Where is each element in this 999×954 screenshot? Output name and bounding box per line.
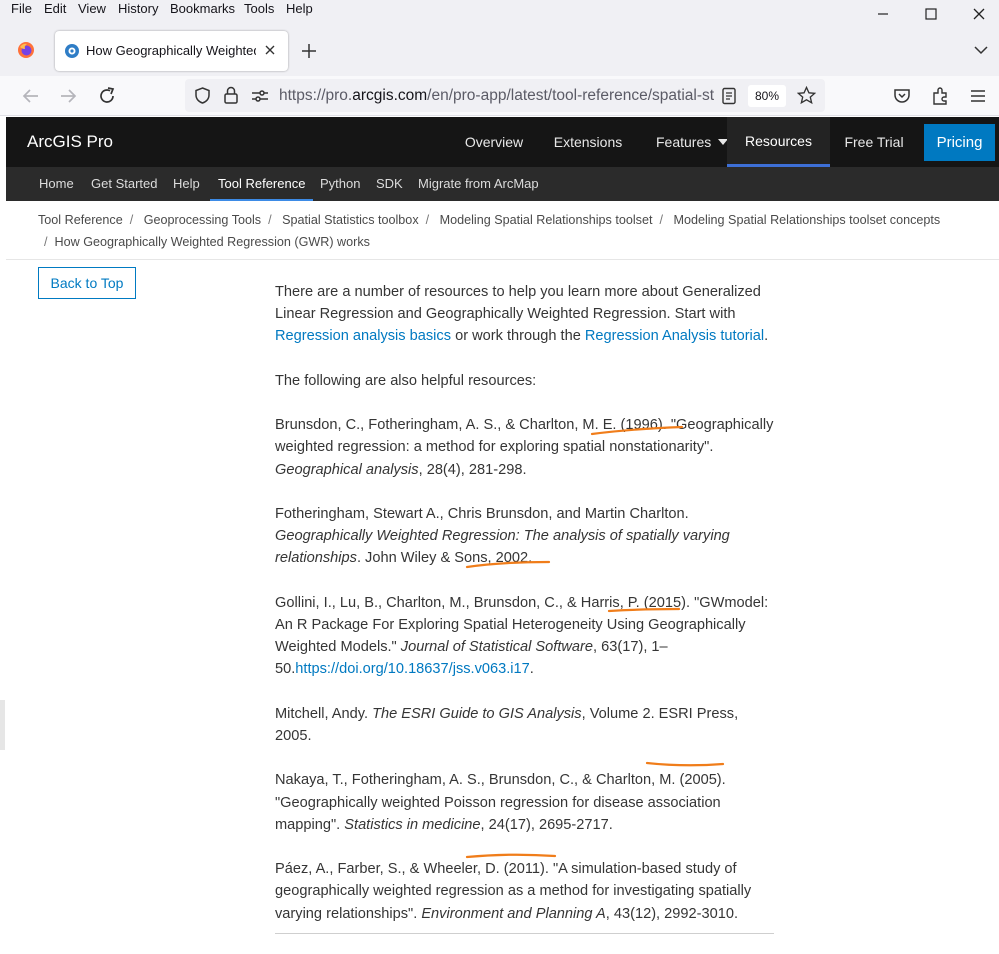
firefox-logo-icon[interactable] [17,41,35,59]
reference-text: Mitchell, Andy. [275,705,373,722]
lock-icon[interactable] [223,86,239,104]
breadcrumb-item[interactable]: Tool Reference [38,213,123,227]
tab-title: How Geographically Weighted Regression (… [86,43,256,58]
menu-file[interactable]: File [11,1,32,16]
intro-text: There are a number of resources to help … [275,284,761,323]
hamburger-menu-icon[interactable] [968,86,988,106]
arcgis-favicon-icon [65,44,79,58]
extensions-icon[interactable] [930,86,950,106]
subnav-python[interactable]: Python [320,167,360,201]
url-path: /en/pro-app/latest/tool-reference/spatia… [427,87,714,104]
url-text[interactable]: https://pro.arcgis.com/en/pro-app/latest… [279,87,714,105]
nav-overview[interactable]: Overview [452,117,536,167]
site-header: ArcGIS Pro Overview Extensions Features … [6,117,999,167]
reference-text: , 24(17), 2695-2717. [480,816,613,833]
nav-free-trial[interactable]: Free Trial [834,117,914,167]
breadcrumb-item[interactable]: Geoprocessing Tools [144,213,261,227]
reference-item: Brunsdon, C., Fotheringham, A. S., & Cha… [275,414,775,481]
breadcrumb: Tool Reference / Geoprocessing Tools / Spa… [38,209,968,253]
maximize-icon[interactable] [908,0,954,28]
reference-text: . [529,661,534,678]
reference-text: , 43(12), 2992-3010. [605,905,739,922]
window-edge [0,700,5,750]
reference-journal: Journal of Statistical Software [400,639,594,656]
menu-bar: File Edit View History Bookmarks Tools H… [0,0,999,20]
close-tab-icon[interactable] [261,41,279,59]
forward-arrow-icon[interactable] [58,86,78,106]
subnav-help[interactable]: Help [173,167,200,201]
menu-history[interactable]: History [118,1,158,16]
tab-active[interactable]: How Geographically Weighted Regression (… [55,31,288,71]
reference-text: Fotheringham, Stewart A., Chris Brunsdon… [275,505,689,522]
new-tab-icon[interactable] [300,42,318,60]
reference-journal: Environment and Planning A [421,905,606,922]
breadcrumb-separator: / [129,213,134,227]
menu-help[interactable]: Help [286,1,313,16]
breadcrumb-separator: / [268,213,272,227]
menu-view[interactable]: View [78,1,106,16]
intro-text-end: . [764,328,769,345]
subnav-sdk[interactable]: SDK [376,167,403,201]
breadcrumb-current: How Geographically Weighted Regression (… [54,235,370,249]
nav-features[interactable]: Features [644,117,734,167]
regression-basics-link[interactable]: Regression analysis basics [275,328,451,344]
reference-item: Nakaya, T., Fotheringham, A. S., Brunsdo… [275,769,775,836]
breadcrumb-item[interactable]: Modeling Spatial Relationships toolset [440,213,653,227]
back-to-top-button[interactable]: Back to Top [38,267,136,299]
subnav-home[interactable]: Home [39,167,74,201]
permissions-icon[interactable] [251,88,269,104]
annotation-underline [645,761,725,767]
annotation-underline [465,853,557,859]
reference-item: Páez, A., Farber, S., & Wheeler, D. (201… [275,858,775,925]
subnav-tool-reference[interactable]: Tool Reference [210,167,314,201]
pocket-icon[interactable] [892,86,912,106]
reader-view-icon[interactable] [721,87,737,105]
divider [6,259,999,260]
list-all-tabs-icon[interactable] [973,42,989,58]
annotation-underline [590,425,684,436]
reference-journal: Statistics in medicine [344,816,481,833]
bookmark-star-icon[interactable] [797,86,816,105]
annotation-underline [607,607,681,613]
intro-paragraph: There are a number of resources to help … [275,281,775,348]
intro-text-mid: or work through the [451,328,585,345]
breadcrumb-separator: / [425,213,430,227]
pricing-button[interactable]: Pricing [924,124,995,161]
nav-features-label: Features [656,134,712,150]
menu-bookmarks[interactable]: Bookmarks [170,1,235,16]
reference-item: Gollini, I., Lu, B., Charlton, M., Bruns… [275,592,775,681]
menu-edit[interactable]: Edit [44,1,66,16]
shield-icon[interactable] [194,87,211,104]
breadcrumb-item[interactable]: Spatial Statistics toolbox [282,213,419,227]
regression-tutorial-link[interactable]: Regression Analysis tutorial [585,328,764,344]
reference-journal: Geographical analysis [275,461,419,478]
zoom-level[interactable]: 80% [748,85,786,107]
brand-logo[interactable]: ArcGIS Pro [27,132,113,152]
url-domain: arcgis.com [352,87,428,104]
reference-title: The ESRI Guide to GIS Analysis [372,705,582,722]
nav-resources[interactable]: Resources [727,117,830,167]
annotation-underline [465,560,551,569]
divider [275,933,774,934]
breadcrumb-separator: / [659,213,663,227]
reload-icon[interactable] [97,86,117,106]
back-arrow-icon[interactable] [21,86,41,106]
nav-extensions[interactable]: Extensions [544,117,632,167]
subnav-migrate[interactable]: Migrate from ArcMap [418,167,539,201]
helpful-resources-text: The following are also helpful resources… [275,372,537,389]
breadcrumb-separator: / [44,235,48,249]
doi-link[interactable]: https://doi.org/10.18637/jss.v063.i17 [295,661,529,677]
url-bar[interactable]: https://pro.arcgis.com/en/pro-app/latest… [185,79,825,112]
reference-item: Mitchell, Andy. The ESRI Guide to GIS An… [275,703,775,747]
breadcrumb-item[interactable]: Modeling Spatial Relationships toolset c… [673,213,940,227]
menu-tools[interactable]: Tools [244,1,274,16]
reference-text: Brunsdon, C., Fotheringham, A. S., & Cha… [275,417,774,456]
site-subnav: Home Get Started Help Tool Reference Pyt… [6,167,999,201]
close-window-icon[interactable] [956,0,999,28]
subnav-get-started[interactable]: Get Started [91,167,157,201]
url-prefix: https://pro. [279,87,353,104]
reference-text: , 28(4), 281-298. [418,461,527,478]
navigation-toolbar: https://pro.arcgis.com/en/pro-app/latest… [0,76,999,116]
minimize-icon[interactable] [860,0,906,28]
